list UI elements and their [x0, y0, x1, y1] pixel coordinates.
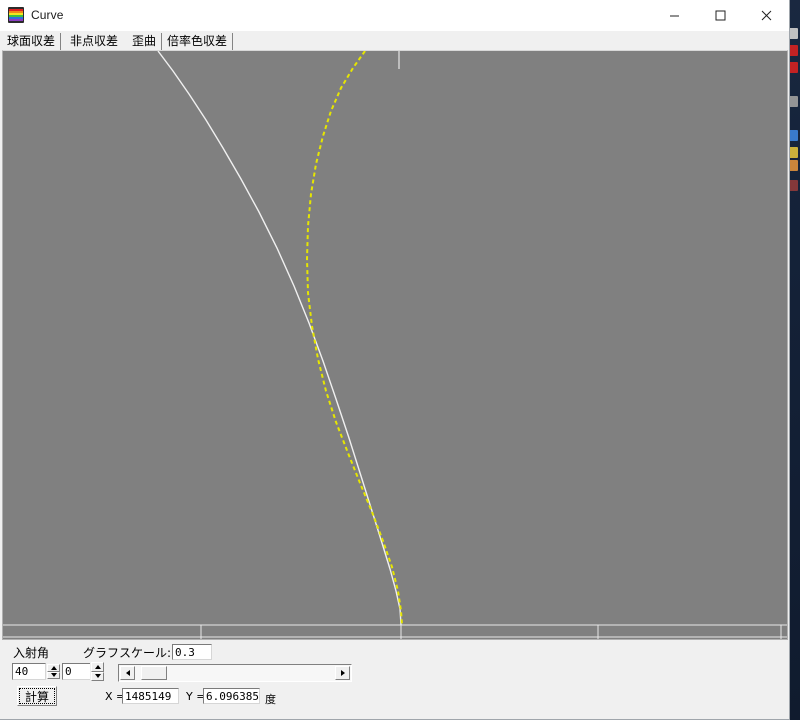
close-button[interactable]: [743, 0, 789, 30]
astigmatism-chart: [3, 51, 787, 639]
tab-3[interactable]: 倍率色収差: [162, 33, 234, 51]
chart-series: [157, 51, 403, 626]
minimize-button[interactable]: [651, 0, 697, 30]
series-sagittal: [157, 51, 402, 626]
minimize-icon: [669, 15, 679, 16]
graph-scale-input[interactable]: 0.3: [172, 644, 212, 660]
rainbow-curve-icon: [8, 7, 24, 23]
graph-scale-slider[interactable]: [118, 664, 352, 682]
incident-angle-spinner-up[interactable]: [47, 664, 60, 672]
slider-thumb[interactable]: [141, 666, 167, 680]
tab-1[interactable]: 非点収差: [61, 33, 128, 51]
aberration-graph-panel[interactable]: [2, 50, 788, 640]
tab-2[interactable]: 歪曲: [127, 33, 163, 51]
calculate-button[interactable]: 計算: [17, 686, 57, 706]
title-bar: Curve: [0, 0, 789, 31]
maximize-button[interactable]: [697, 0, 743, 30]
incident-angle-second-spinner-up[interactable]: [91, 662, 104, 672]
slider-left-arrow-button[interactable]: [120, 666, 135, 680]
tab-strip: 球面収差 非点収差 歪曲 倍率色収差: [0, 31, 789, 51]
close-icon: [761, 10, 771, 20]
y-coordinate-value[interactable]: 6.096385: [203, 688, 260, 704]
incident-angle-second-spinner[interactable]: [90, 661, 105, 682]
incident-angle-second-spinner-down[interactable]: [91, 671, 104, 681]
incident-angle-spinner[interactable]: [46, 663, 61, 680]
maximize-icon: [715, 10, 725, 20]
window-title: Curve: [31, 8, 64, 22]
window-controls: [651, 0, 789, 30]
incident-angle-spinner-down[interactable]: [47, 671, 60, 679]
tab-0[interactable]: 球面収差: [2, 33, 62, 51]
incident-angle-input[interactable]: 40: [12, 663, 46, 680]
incident-angle-label: 入射角: [13, 646, 50, 660]
control-panel: 入射角 40 0 グラフスケール: 0.3 計算 X = 1485149 Y =…: [0, 641, 788, 716]
series-tangential: [305, 51, 403, 626]
chevron-left-icon: [125, 670, 130, 676]
incident-angle-second-input[interactable]: 0: [62, 663, 92, 680]
curve-application-window: Curve 球面収差 非点収差 歪曲 倍率色収差 入射角 40 0 グラフスケー…: [0, 0, 790, 720]
angle-unit-label: 度: [265, 693, 276, 706]
screen: Curve 球面収差 非点収差 歪曲 倍率色収差 入射角 40 0 グラフスケー…: [0, 0, 800, 720]
chevron-right-icon: [340, 670, 345, 676]
chart-axes: [3, 51, 787, 639]
slider-right-arrow-button[interactable]: [335, 666, 350, 680]
x-coordinate-value[interactable]: 1485149: [122, 688, 179, 704]
graph-scale-label: グラフスケール:: [83, 646, 172, 660]
